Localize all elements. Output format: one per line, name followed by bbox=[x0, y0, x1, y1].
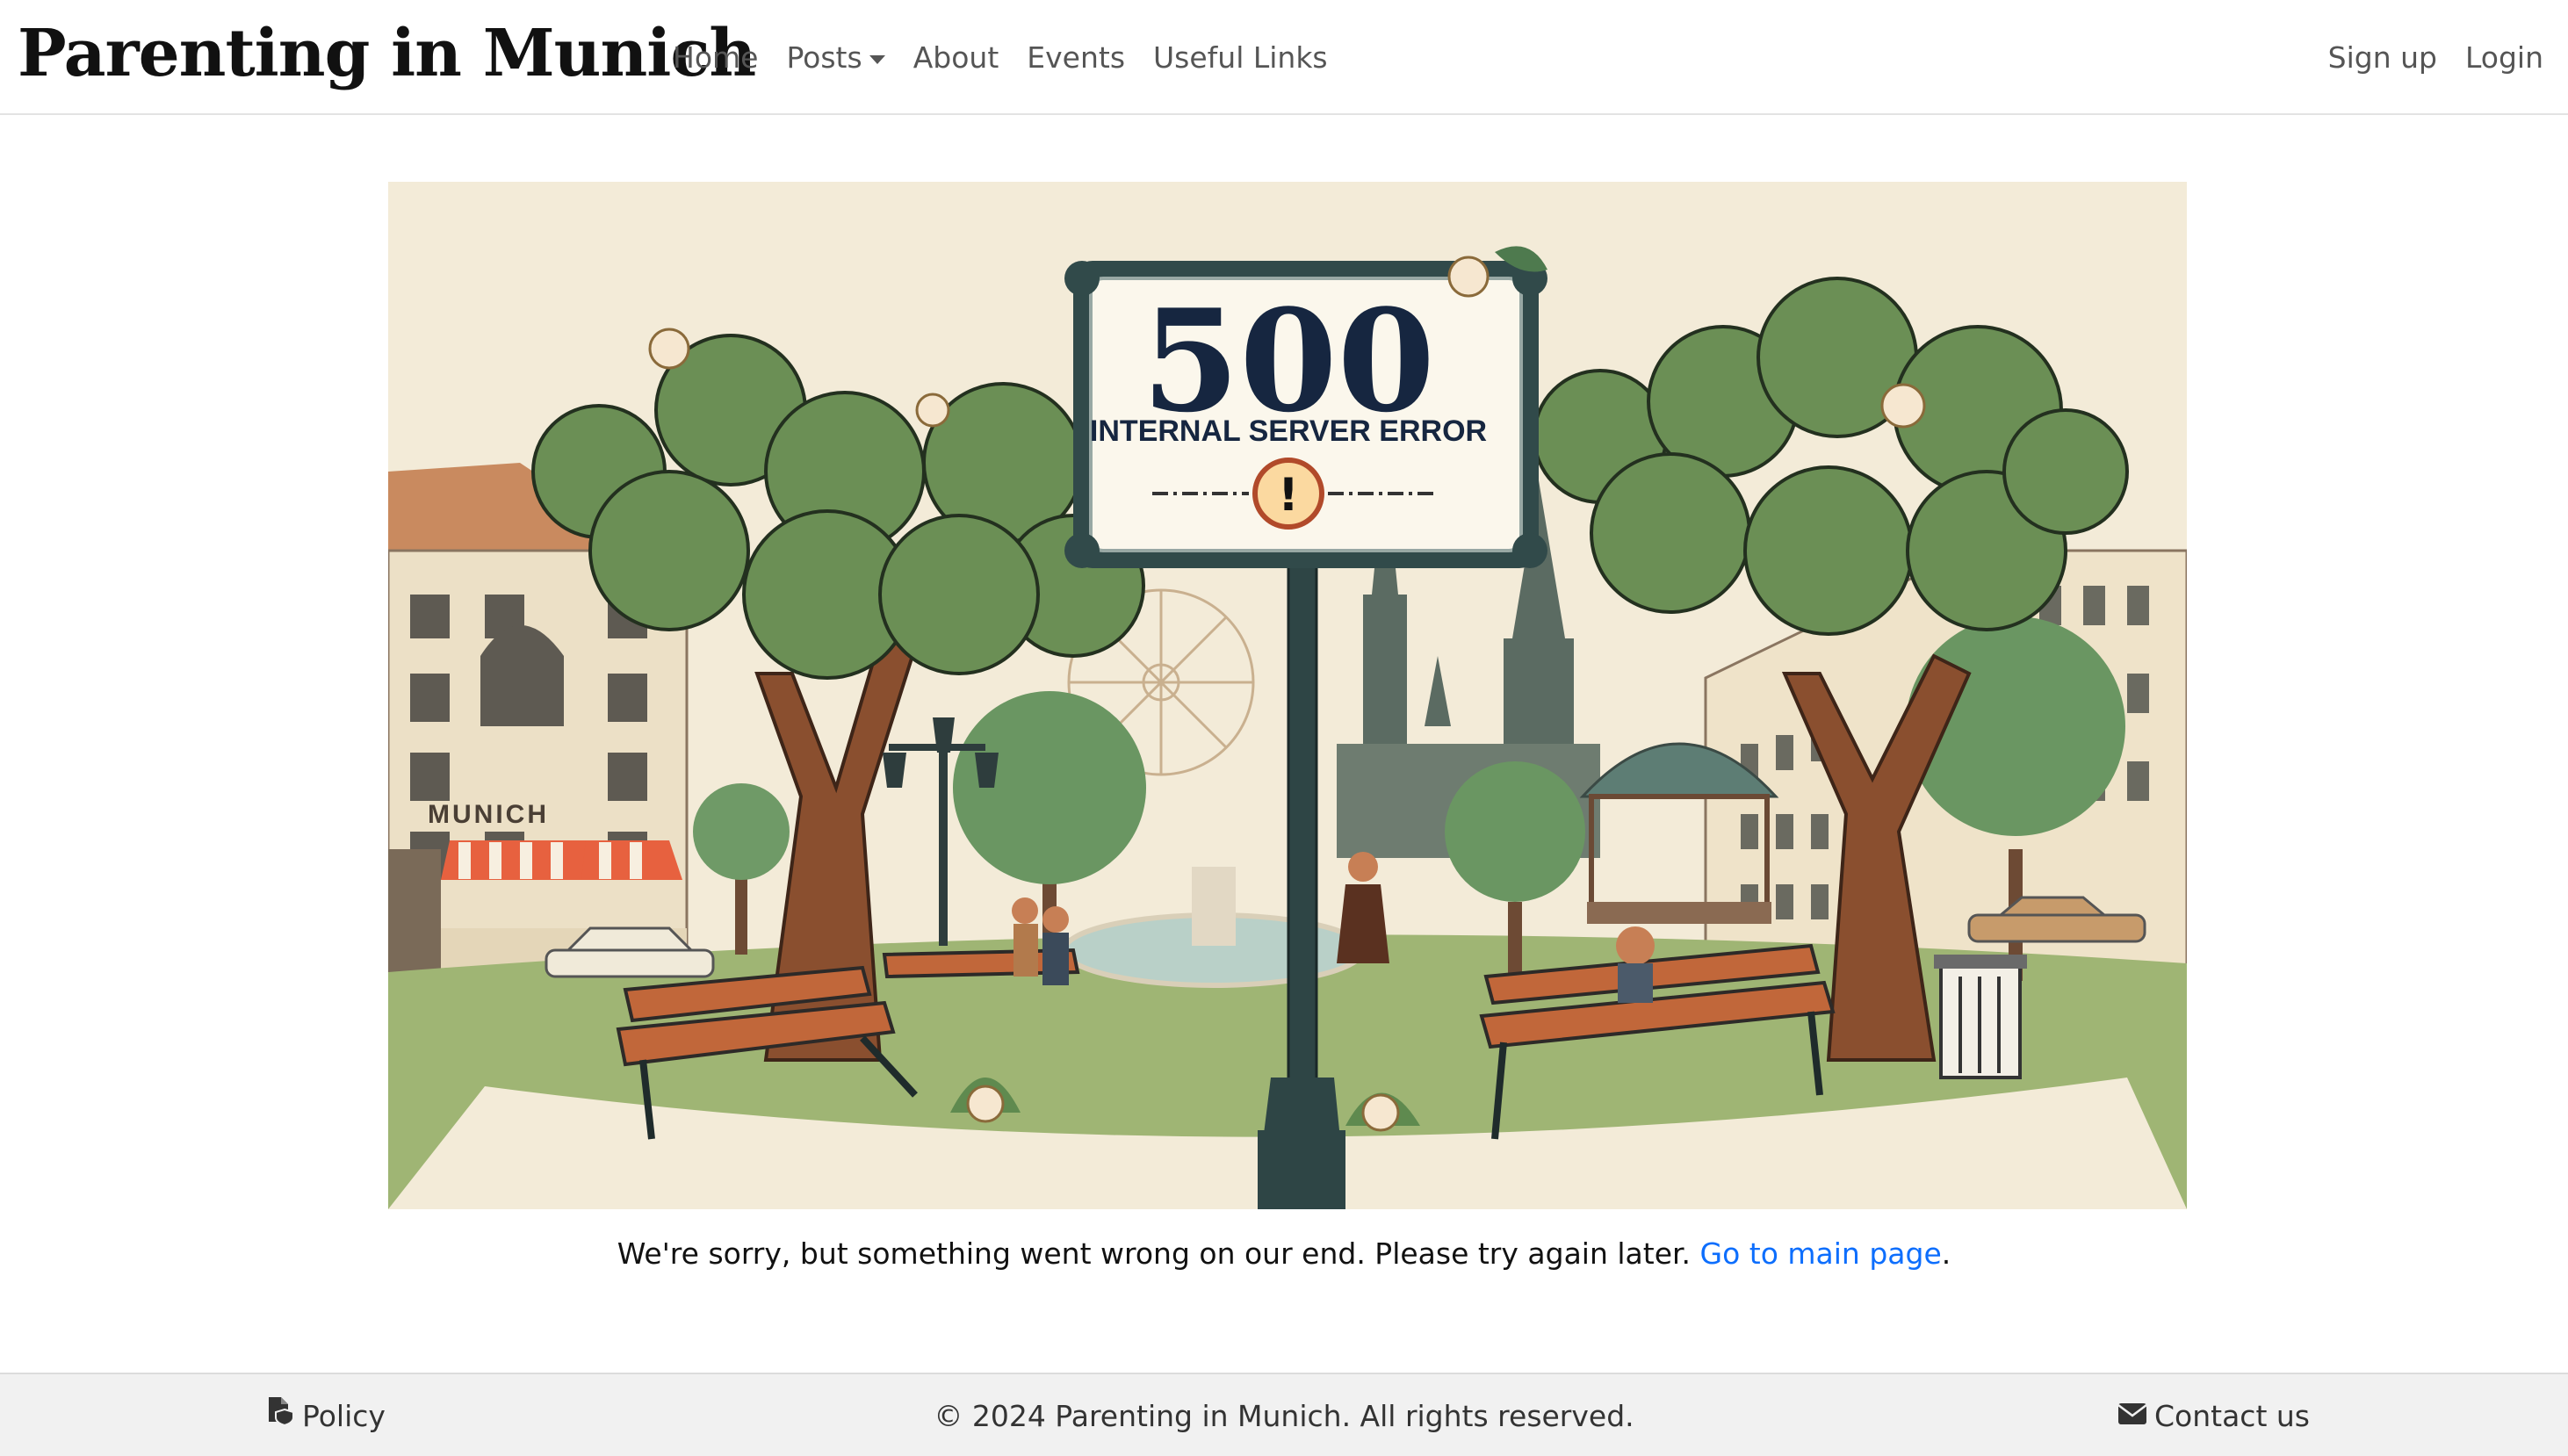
nav-useful-links[interactable]: Useful Links bbox=[1153, 0, 1328, 115]
main-page-link[interactable]: Go to main page bbox=[1700, 1236, 1942, 1271]
error-message-end: . bbox=[1941, 1236, 1951, 1271]
trash-can bbox=[1934, 955, 2027, 1079]
nav-links: Home Posts About Events Useful Links bbox=[673, 0, 1356, 115]
nav-posts-dropdown[interactable]: Posts bbox=[786, 0, 885, 115]
navbar: Parenting in Munich Home Posts About Eve… bbox=[0, 0, 2568, 115]
envelope-icon bbox=[2117, 1373, 2147, 1456]
policy-label: Policy bbox=[302, 1399, 386, 1433]
policy-link[interactable]: Policy bbox=[265, 1374, 386, 1456]
nav-login[interactable]: Login bbox=[2465, 0, 2543, 115]
file-shield-icon bbox=[265, 1373, 295, 1456]
nav-auth: Sign up Login bbox=[2300, 0, 2543, 115]
footer: © 2024 Parenting in Munich. All rights r… bbox=[0, 1373, 2568, 1456]
nav-home[interactable]: Home bbox=[673, 0, 758, 115]
brand-logo[interactable]: Parenting in Munich bbox=[18, 5, 756, 102]
error-title: INTERNAL SERVER ERROR bbox=[1090, 414, 1487, 448]
munich-storefront-sign: MUNICH bbox=[428, 800, 549, 829]
error-sign: 500 INTERNAL SERVER ERROR ! bbox=[1064, 246, 1547, 568]
caret-down-icon bbox=[869, 54, 885, 64]
contact-label: Contact us bbox=[2154, 1399, 2310, 1433]
error-illustration: MUNICH 500 INTERNAL SERVER ERROR ! bbox=[388, 182, 2187, 1209]
contact-link[interactable]: Contact us bbox=[2117, 1374, 2310, 1456]
nav-posts-label: Posts bbox=[786, 40, 862, 75]
nav-events[interactable]: Events bbox=[1027, 0, 1125, 115]
nav-about[interactable]: About bbox=[913, 0, 999, 115]
error-message-text: We're sorry, but something went wrong on… bbox=[617, 1236, 1700, 1271]
error-message: We're sorry, but something went wrong on… bbox=[0, 1236, 2568, 1271]
warning-icon: ! bbox=[1278, 469, 1299, 522]
nav-signup[interactable]: Sign up bbox=[2328, 0, 2437, 115]
